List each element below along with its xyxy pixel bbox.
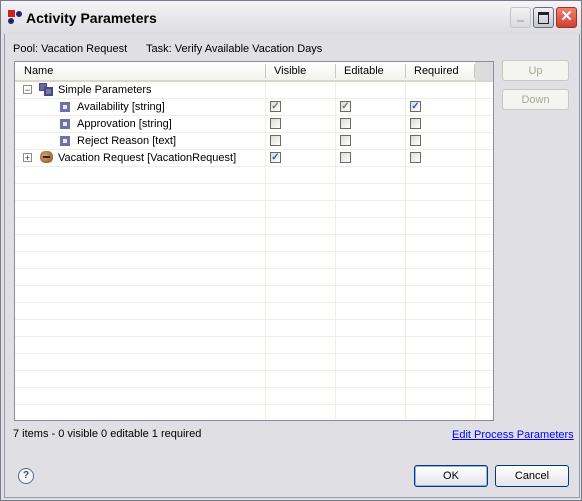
parameter-icon [60, 119, 70, 129]
row-label: Approvation [string] [77, 118, 172, 130]
empty-row [15, 184, 493, 201]
table-row[interactable]: Availability [string] ✓ ✓ ✓ [15, 99, 493, 116]
row-label: Simple Parameters [58, 84, 152, 96]
parameter-group-icon [39, 83, 53, 96]
parameter-icon [60, 136, 70, 146]
empty-row [15, 218, 493, 235]
empty-row [15, 303, 493, 320]
visible-checkbox[interactable] [270, 118, 281, 129]
empty-row [15, 201, 493, 218]
table-header: Name Visible Editable Required [15, 62, 493, 82]
row-label: Reject Reason [text] [77, 135, 177, 147]
editable-checkbox[interactable] [340, 135, 351, 146]
empty-row [15, 252, 493, 269]
table-row[interactable]: − Simple Parameters [15, 82, 493, 99]
row-label: Vacation Request [VacationRequest] [58, 152, 237, 164]
minimize-button[interactable] [510, 7, 531, 28]
editable-checkbox[interactable]: ✓ [340, 101, 351, 112]
title-bar[interactable]: Activity Parameters ✕ [1, 1, 581, 34]
close-button[interactable]: ✕ [556, 7, 577, 28]
business-object-icon [40, 151, 53, 163]
empty-row [15, 167, 493, 184]
column-header-visible[interactable]: Visible [274, 65, 306, 77]
column-header-name[interactable]: Name [24, 65, 53, 77]
column-separator[interactable] [335, 64, 336, 78]
pool-label: Pool: Vacation Request [13, 43, 128, 55]
empty-row [15, 269, 493, 286]
edit-process-parameters-link[interactable]: Edit Process Parameters [452, 429, 574, 441]
empty-row [15, 337, 493, 354]
empty-row [15, 354, 493, 371]
column-header-editable[interactable]: Editable [344, 65, 384, 77]
help-icon[interactable]: ? [18, 468, 34, 484]
empty-row [15, 320, 493, 337]
column-separator[interactable] [405, 64, 406, 78]
ok-button[interactable]: OK [414, 465, 488, 487]
required-checkbox[interactable] [410, 152, 421, 163]
status-summary: 7 items - 0 visible 0 editable 1 require… [13, 428, 202, 440]
up-button[interactable]: Up [502, 60, 569, 81]
expand-toggle-icon[interactable]: + [23, 153, 32, 163]
parameters-table: Name Visible Editable Required − Simple … [14, 61, 494, 421]
table-row[interactable]: Reject Reason [text] [15, 133, 493, 150]
table-row[interactable]: + Vacation Request [VacationRequest] ✓ [15, 150, 493, 167]
activity-parameters-dialog: Activity Parameters ✕ Pool: Vacation Req… [0, 0, 582, 501]
task-label: Task: Verify Available Vacation Days [146, 43, 323, 55]
empty-row [15, 286, 493, 303]
required-checkbox[interactable]: ✓ [410, 101, 421, 112]
visible-checkbox[interactable] [270, 135, 281, 146]
column-separator[interactable] [265, 64, 266, 78]
table-row[interactable]: Approvation [string] [15, 116, 493, 133]
visible-checkbox[interactable]: ✓ [270, 152, 281, 163]
maximize-button[interactable] [533, 7, 554, 28]
required-checkbox[interactable] [410, 135, 421, 146]
editable-checkbox[interactable] [340, 152, 351, 163]
empty-row [15, 235, 493, 252]
window-title: Activity Parameters [26, 10, 157, 26]
editable-checkbox[interactable] [340, 118, 351, 129]
row-label: Availability [string] [77, 101, 165, 113]
required-checkbox[interactable] [410, 118, 421, 129]
header-filler [475, 62, 493, 80]
visible-checkbox[interactable]: ✓ [270, 101, 281, 112]
close-icon: ✕ [560, 8, 573, 25]
empty-row [15, 371, 493, 388]
empty-row [15, 405, 493, 420]
app-logo-icon [8, 10, 22, 24]
collapse-toggle-icon[interactable]: − [23, 85, 32, 95]
parameter-icon [60, 102, 70, 112]
empty-row [15, 388, 493, 405]
cancel-button[interactable]: Cancel [495, 465, 569, 487]
down-button[interactable]: Down [502, 89, 569, 110]
column-header-required[interactable]: Required [414, 65, 459, 77]
